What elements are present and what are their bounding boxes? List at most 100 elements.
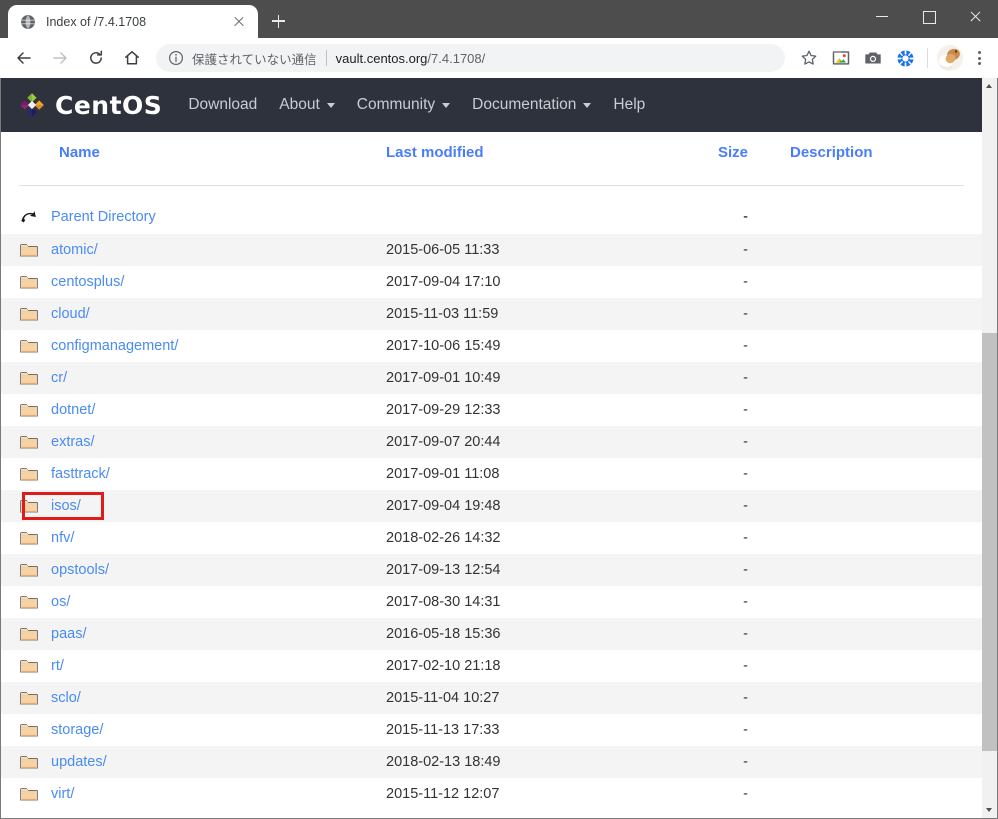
table-row[interactable]: os/2017-08-30 14:31 - <box>1 586 982 618</box>
centos-header-bar: CentOS Download About Community Document… <box>1 78 982 132</box>
close-icon[interactable] <box>952 0 998 32</box>
directory-link[interactable]: cr/ <box>51 370 67 386</box>
last-modified-cell: 2017-02-10 21:18 <box>386 658 501 674</box>
three-dot-menu-icon[interactable] <box>966 43 992 73</box>
table-row[interactable]: dotnet/2017-09-29 12:33 - <box>1 394 982 426</box>
table-row[interactable]: rt/2017-02-10 21:18 - <box>1 650 982 682</box>
column-header-name[interactable]: Name <box>59 144 100 161</box>
table-row[interactable]: centosplus/2017-09-04 17:10 - <box>1 266 982 298</box>
star-icon[interactable] <box>794 43 824 73</box>
directory-link[interactable]: paas/ <box>51 626 86 642</box>
folder-icon <box>19 401 39 419</box>
nav-label: Help <box>613 96 646 113</box>
folder-icon <box>19 785 39 803</box>
column-header-last-modified[interactable]: Last modified <box>386 144 484 161</box>
table-row[interactable]: atomic/2015-06-05 11:33 - <box>1 234 982 266</box>
table-row[interactable]: cr/2017-09-01 10:49 - <box>1 362 982 394</box>
directory-link[interactable]: dotnet/ <box>51 402 95 418</box>
size-cell: - <box>743 370 748 386</box>
size-cell: - <box>743 274 748 290</box>
directory-link[interactable]: opstools/ <box>51 562 109 578</box>
table-row[interactable]: isos/2017-09-04 19:48 - <box>1 490 982 522</box>
table-row[interactable]: configmanagement/2017-10-06 15:49 - <box>1 330 982 362</box>
forward-arrow-icon[interactable] <box>44 42 76 74</box>
directory-link[interactable]: storage/ <box>51 722 103 738</box>
parent-directory-link[interactable]: Parent Directory <box>51 209 156 225</box>
table-row[interactable]: nfv/2018-02-26 14:32 - <box>1 522 982 554</box>
table-row[interactable]: cloud/2015-11-03 11:59 - <box>1 298 982 330</box>
table-row[interactable]: fasttrack/2017-09-01 11:08 - <box>1 458 982 490</box>
reload-icon[interactable] <box>80 42 112 74</box>
maximize-icon[interactable] <box>906 0 952 32</box>
directory-link[interactable]: sclo/ <box>51 690 81 706</box>
parent-directory-row[interactable]: Parent Directory - <box>1 200 982 234</box>
page-scrollbar[interactable] <box>982 78 997 818</box>
directory-link[interactable]: os/ <box>51 594 70 610</box>
directory-link[interactable]: centosplus/ <box>51 274 124 290</box>
browser-window: Index of /7.4.1708 保護されていない通信 vault.cent… <box>0 0 998 819</box>
table-row[interactable]: updates/2018-02-13 18:49 - <box>1 746 982 778</box>
sync-icon[interactable] <box>890 43 920 73</box>
directory-link[interactable]: fasttrack/ <box>51 466 110 482</box>
scroll-down-arrow-icon[interactable] <box>982 802 997 818</box>
info-circle-icon[interactable] <box>168 50 184 66</box>
directory-link[interactable]: extras/ <box>51 434 95 450</box>
address-bar[interactable]: 保護されていない通信 vault.centos.org /7.4.1708/ <box>156 44 785 72</box>
scrollbar-thumb[interactable] <box>982 333 997 751</box>
column-header-size[interactable]: Size <box>718 144 748 161</box>
directory-link[interactable]: rt/ <box>51 658 64 674</box>
nav-item-documentation[interactable]: Documentation <box>472 96 592 114</box>
nav-label: Documentation <box>472 96 577 113</box>
back-arrow-icon[interactable] <box>8 42 40 74</box>
last-modified-cell: 2017-09-01 11:08 <box>386 466 500 482</box>
size-cell: - <box>743 530 748 546</box>
folder-icon <box>19 433 39 451</box>
size-cell: - <box>743 562 748 578</box>
table-row[interactable]: sclo/2015-11-04 10:27 - <box>1 682 982 714</box>
folder-icon <box>19 625 39 643</box>
table-row[interactable]: paas/2016-05-18 15:36 - <box>1 618 982 650</box>
chevron-down-icon <box>583 102 592 108</box>
profile-avatar[interactable] <box>937 45 963 71</box>
web-page: CentOS Download About Community Document… <box>1 78 982 818</box>
table-row[interactable]: virt/2015-11-12 12:07 - <box>1 778 982 810</box>
table-row[interactable]: extras/2017-09-07 20:44 - <box>1 426 982 458</box>
folder-icon <box>19 497 39 515</box>
centos-logo-link[interactable]: CentOS <box>17 90 162 120</box>
tab-title: Index of /7.4.1708 <box>46 14 147 29</box>
url-host: vault.centos.org <box>335 50 428 66</box>
directory-link[interactable]: cloud/ <box>51 306 90 322</box>
security-status-text: 保護されていない通信 <box>192 52 317 67</box>
tab-close-icon[interactable] <box>230 13 248 31</box>
directory-link[interactable]: updates/ <box>51 754 107 770</box>
nav-item-help[interactable]: Help <box>613 96 645 114</box>
column-header-description[interactable]: Description <box>790 144 873 161</box>
last-modified-cell: 2017-10-06 15:49 <box>386 338 501 354</box>
header-divider <box>19 185 964 186</box>
directory-link[interactable]: atomic/ <box>51 242 98 258</box>
size-cell: - <box>743 498 748 514</box>
nav-label: About <box>279 96 320 113</box>
minimize-icon[interactable] <box>860 0 906 32</box>
new-tab-button[interactable] <box>264 7 292 35</box>
nav-item-download[interactable]: Download <box>188 96 257 114</box>
size-cell: - <box>743 754 748 770</box>
table-row[interactable]: storage/2015-11-13 17:33 - <box>1 714 982 746</box>
size-cell: - <box>743 242 748 258</box>
size-cell: - <box>743 626 748 642</box>
last-modified-cell: 2017-09-07 20:44 <box>386 434 501 450</box>
table-row[interactable]: opstools/2017-09-13 12:54 - <box>1 554 982 586</box>
extension-icon[interactable] <box>826 43 856 73</box>
directory-link[interactable]: virt/ <box>51 786 74 802</box>
directory-link[interactable]: nfv/ <box>51 530 74 546</box>
browser-tab[interactable]: Index of /7.4.1708 <box>8 5 258 38</box>
nav-item-about[interactable]: About <box>279 96 335 114</box>
directory-link[interactable]: isos/ <box>51 498 81 514</box>
scroll-up-arrow-icon[interactable] <box>982 78 997 94</box>
directory-link[interactable]: configmanagement/ <box>51 338 178 354</box>
size-cell: - <box>743 306 748 322</box>
nav-item-community[interactable]: Community <box>357 96 451 114</box>
camera-icon[interactable] <box>858 43 888 73</box>
home-icon[interactable] <box>116 42 148 74</box>
centos-logo-icon <box>17 90 47 120</box>
